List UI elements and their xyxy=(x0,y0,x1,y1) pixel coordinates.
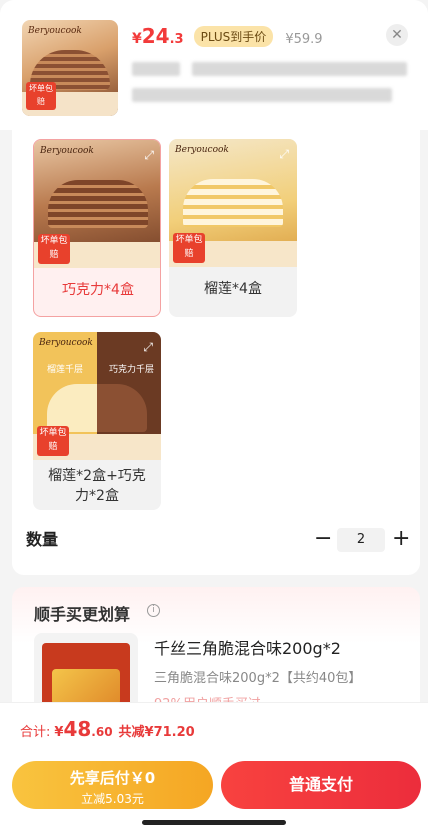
guarantee-tag: 坏单包赔 xyxy=(38,234,70,264)
sku-label: 榴莲*2盒+巧克力*2盒 xyxy=(48,468,146,504)
sku-image-mix: Beryoucook ⤢ 榴莲千层 巧克力千层 坏单包赔 xyxy=(33,332,161,460)
addon-title: 顺手买更划算 xyxy=(34,605,131,624)
total-integer: 48 xyxy=(63,717,92,741)
info-icon[interactable]: i xyxy=(147,604,160,617)
blurred-title-line-2 xyxy=(132,88,392,102)
total-decimal: .60 xyxy=(91,725,113,739)
brand-logo: Beryoucook xyxy=(175,145,229,155)
sku-image-chocolate: Beryoucook ⤢ 坏单包赔 xyxy=(34,140,160,268)
price-decimal: .3 xyxy=(169,32,184,47)
quantity-row: 数量 − 2 + xyxy=(26,527,410,552)
sku-image-durian: Beryoucook ⤢ 坏单包赔 xyxy=(169,139,297,267)
original-price: ¥59.9 xyxy=(285,32,323,47)
quantity-input[interactable]: 2 xyxy=(337,528,385,552)
home-indicator xyxy=(142,820,286,825)
mix-left-label: 榴莲千层 xyxy=(47,365,84,375)
expand-icon[interactable]: ⤢ xyxy=(144,148,154,163)
guarantee-tag: 坏单包赔 xyxy=(37,426,69,456)
pay-now-button[interactable]: 普通支付 xyxy=(221,761,421,809)
addon-product-spec: 三角脆混合味200g*2【共约40包】 xyxy=(154,671,362,686)
price-currency: ¥ xyxy=(132,31,142,47)
quantity-label: 数量 xyxy=(26,530,59,549)
cake-layers xyxy=(48,180,148,228)
total-currency: ¥ xyxy=(54,725,64,740)
brand-logo: Beryoucook xyxy=(28,26,82,36)
sku-option-mix[interactable]: Beryoucook ⤢ 榴莲千层 巧克力千层 坏单包赔 榴莲*2盒+巧克力*2… xyxy=(33,332,161,510)
product-thumbnail[interactable]: Beryoucook 坏单包赔 xyxy=(22,20,118,116)
quantity-minus-button[interactable]: − xyxy=(314,528,332,550)
guarantee-tag: 坏单包赔 xyxy=(26,82,56,110)
cake-layers xyxy=(47,384,147,432)
brand-logo: Beryoucook xyxy=(40,146,94,156)
mix-right-label: 巧克力千层 xyxy=(109,365,155,375)
price-integer: 24 xyxy=(141,24,170,48)
expand-icon[interactable]: ⤢ xyxy=(143,340,153,355)
sku-label: 榴莲*4盒 xyxy=(204,281,262,297)
total-label: 合计: xyxy=(20,725,51,740)
guarantee-tag: 坏单包赔 xyxy=(173,233,205,263)
checkout-bar: 合计: ¥ 48 .60 共减¥71.20 先享后付￥0 立减5.03元 普通支… xyxy=(0,702,428,831)
sku-options-panel: Beryoucook ⤢ 坏单包赔 巧克力*4盒 Beryoucook ⤢ 坏单… xyxy=(12,130,420,575)
blurred-title-line-1b xyxy=(192,62,407,76)
close-icon[interactable]: ✕ xyxy=(386,24,408,46)
quantity-plus-button[interactable]: + xyxy=(392,527,410,551)
total-row: 合计: ¥ 48 .60 共减¥71.20 xyxy=(20,717,195,741)
sku-option-chocolate[interactable]: Beryoucook ⤢ 坏单包赔 巧克力*4盒 xyxy=(33,139,161,317)
pay-later-sub: 立减5.03元 xyxy=(81,792,144,806)
brand-logo: Beryoucook xyxy=(39,338,93,348)
addon-product-name[interactable]: 千丝三角脆混合味200g*2 xyxy=(154,635,341,659)
price-row: ¥ 24 .3 PLUS到手价 ¥59.9 xyxy=(132,24,323,50)
pay-later-button[interactable]: 先享后付￥0 立减5.03元 xyxy=(12,761,213,809)
sku-option-durian[interactable]: Beryoucook ⤢ 坏单包赔 榴莲*4盒 xyxy=(169,139,297,317)
cake-layers xyxy=(183,179,283,227)
expand-icon[interactable]: ⤢ xyxy=(279,147,289,162)
pay-later-label: 先享后付￥0 xyxy=(69,769,156,787)
plus-price-badge: PLUS到手价 xyxy=(193,26,274,47)
sku-label: 巧克力*4盒 xyxy=(62,282,134,298)
blurred-title-line-1 xyxy=(132,62,180,76)
product-header: Beryoucook 坏单包赔 ¥ 24 .3 PLUS到手价 ¥59.9 ✕ xyxy=(0,0,428,130)
total-saving: 共减¥71.20 xyxy=(118,725,195,740)
